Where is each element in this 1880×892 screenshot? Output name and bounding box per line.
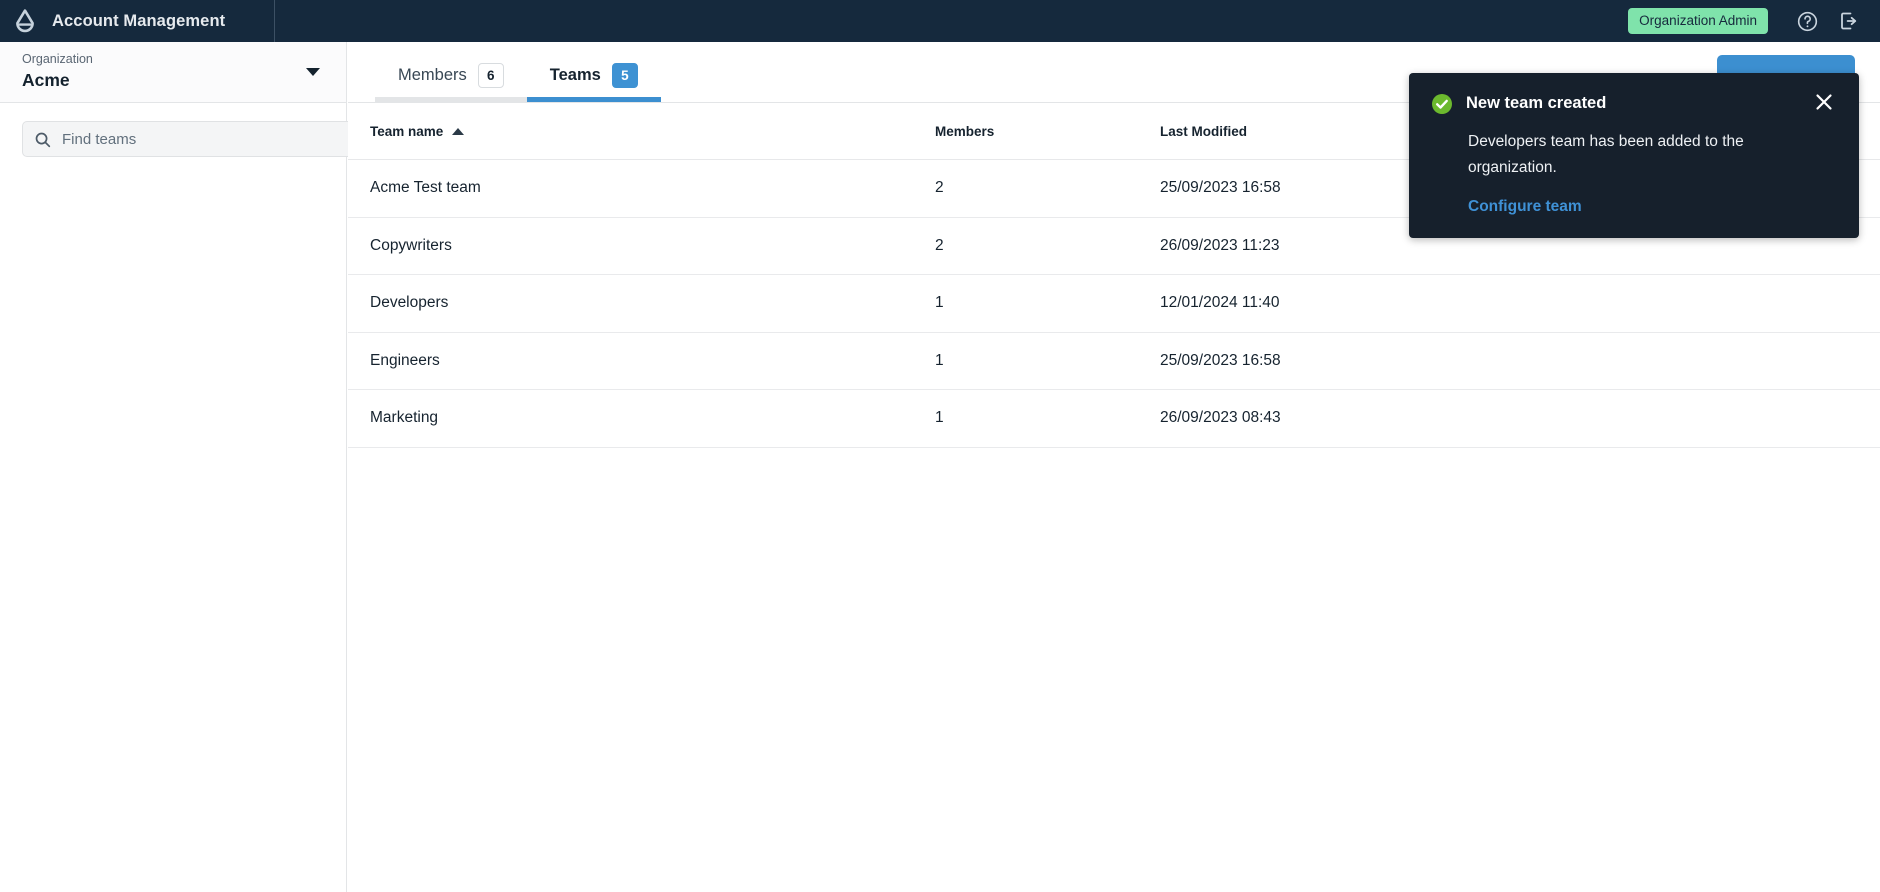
cell-team-name: Copywriters: [370, 236, 452, 254]
app-title: Account Management: [52, 11, 226, 30]
column-header-last-modified-label: Last Modified: [1160, 123, 1247, 139]
toast-header: New team created: [1431, 92, 1837, 120]
header-divider: [274, 0, 275, 42]
cell-team-name: Marketing: [370, 409, 439, 427]
tab-members-count: 6: [477, 63, 504, 88]
help-button[interactable]: [1790, 4, 1824, 38]
tab-teams-underline: [526, 97, 661, 102]
logout-icon: [1837, 9, 1861, 33]
top-header-bar: Account Management Organization Admin: [0, 0, 1880, 42]
sidebar: Organization Acme: [0, 42, 378, 892]
help-circle-icon: [1796, 10, 1819, 33]
cell-members: 1: [935, 294, 944, 312]
column-header-team-name[interactable]: Team name: [370, 124, 935, 139]
column-header-team-name-label: Team name: [370, 123, 444, 139]
cell-team-name: Acme Test team: [370, 179, 481, 197]
organization-label: Organization: [22, 52, 93, 66]
cell-last-modified: 12/01/2024 11:40: [1160, 294, 1280, 312]
search-icon: [34, 131, 52, 154]
chevron-down-icon: [306, 68, 320, 76]
table-row[interactable]: Developers 1 12/01/2024 11:40: [348, 275, 1880, 333]
close-icon[interactable]: [1811, 89, 1837, 115]
cell-team-name: Engineers: [370, 351, 440, 369]
tab-members-label: Members: [398, 66, 467, 84]
alfresco-trefoil-logo-icon: [12, 8, 38, 34]
tab-members[interactable]: Members 6: [375, 63, 527, 102]
organization-selector[interactable]: Organization Acme: [0, 42, 346, 103]
cell-last-modified: 26/09/2023 08:43: [1160, 409, 1281, 427]
tab-teams[interactable]: Teams 5: [526, 63, 661, 102]
tab-teams-count: 5: [611, 63, 638, 88]
cell-members: 2: [935, 179, 944, 197]
cell-team-name: Developers: [370, 294, 449, 312]
sort-ascending-icon: [452, 127, 465, 135]
table-row[interactable]: Engineers 1 25/09/2023 16:58: [348, 333, 1880, 390]
toast-title: New team created: [1466, 94, 1607, 112]
cell-members: 1: [935, 351, 944, 369]
organization-name: Acme: [22, 70, 70, 90]
search-box[interactable]: [22, 121, 378, 157]
column-header-members[interactable]: Members: [935, 124, 1160, 139]
tabs: Members 6 Teams 5: [375, 41, 661, 102]
configure-team-link[interactable]: Configure team: [1468, 198, 1582, 216]
cell-last-modified: 25/09/2023 16:58: [1160, 351, 1281, 369]
toast-message: Developers team has been added to the or…: [1468, 133, 1744, 176]
logout-button[interactable]: [1832, 4, 1866, 38]
role-badge: Organization Admin: [1628, 8, 1768, 34]
brand-area: Account Management: [0, 0, 274, 42]
tab-teams-label: Teams: [549, 66, 601, 84]
search-area: [0, 103, 378, 157]
column-header-members-label: Members: [935, 123, 995, 139]
success-check-icon: [1431, 93, 1453, 120]
toast-notification: New team created Developers team has bee…: [1409, 73, 1859, 238]
table-row[interactable]: Marketing 1 26/09/2023 08:43: [348, 390, 1880, 448]
cell-last-modified: 26/09/2023 11:23: [1160, 236, 1280, 254]
tab-members-underline: [375, 97, 527, 102]
cell-members: 1: [935, 409, 944, 427]
cell-members: 2: [935, 236, 944, 254]
search-input[interactable]: [23, 122, 377, 156]
